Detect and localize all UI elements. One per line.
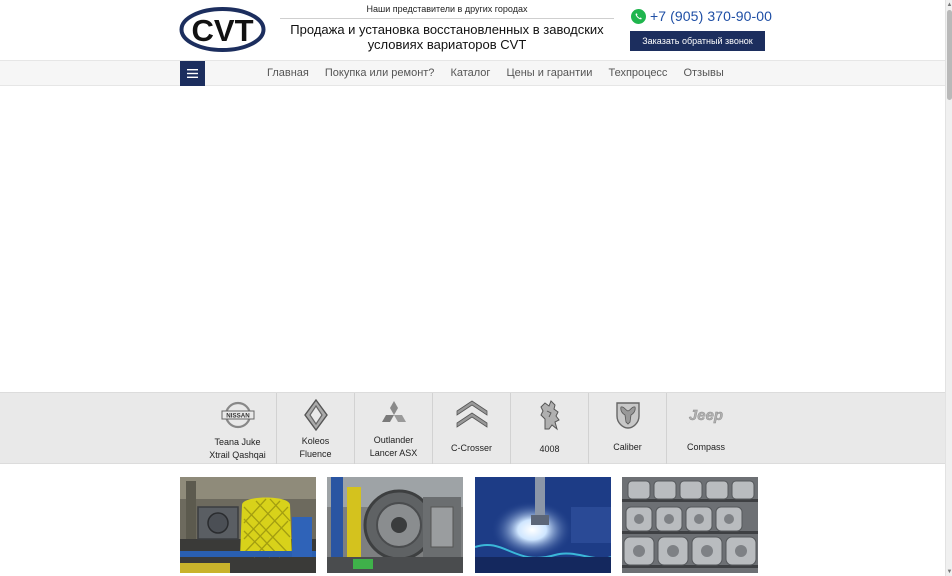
dodge-logo-icon (615, 402, 640, 429)
phone-handset-glyph (635, 12, 642, 19)
cvt-test-stand-photo (180, 477, 316, 573)
site-logo[interactable]: CVT (179, 7, 266, 52)
nav-item-process[interactable]: Техпроцесс (608, 67, 667, 79)
nav-item-catalog[interactable]: Каталог (450, 67, 490, 79)
nav-links: Главная Покупка или ремонт? Каталог Цены… (259, 61, 732, 85)
svg-text:NISSAN: NISSAN (226, 413, 250, 420)
svg-text:Jeep: Jeep (689, 407, 723, 424)
phone-block: +7 (905) 370-90-00 (631, 7, 772, 25)
peugeot-logo-icon (539, 400, 560, 431)
cvt-disassembly-photo (327, 477, 463, 573)
brand-nissan-models: Teana Juke Xtrail Qashqai (209, 437, 266, 460)
brand-citroen-models: C-Crosser (450, 443, 492, 453)
brands-strip: NISSAN Teana Juke Xtrail Qashqai Koleos … (0, 392, 945, 464)
nav-item-home[interactable]: Главная (267, 67, 309, 79)
welding-photo (475, 477, 611, 573)
card-stock-shelves[interactable] (622, 477, 758, 573)
card-welding[interactable] (475, 477, 611, 573)
brand-jeep-models: Compass (686, 442, 725, 452)
regions-link[interactable]: Наши представители в других городах (280, 4, 614, 19)
brand-renault[interactable]: Koleos Fluence (277, 393, 355, 464)
brand-renault-models: Koleos Fluence (299, 436, 332, 459)
mitsubishi-logo-icon (381, 401, 406, 422)
page: CVT Наши представители в других городах … (0, 0, 945, 576)
brand-nissan[interactable]: NISSAN Teana Juke Xtrail Qashqai (199, 393, 277, 464)
hero-area (0, 86, 945, 392)
brand-dodge[interactable]: Caliber (589, 393, 667, 464)
brand-jeep[interactable]: Jeep Compass (667, 393, 745, 464)
logo-text: CVT (192, 13, 254, 48)
service-cards (180, 477, 758, 576)
brand-peugeot-models: 4008 (539, 444, 560, 454)
renault-logo-icon (303, 399, 328, 431)
jeep-logo-icon: Jeep (689, 407, 724, 424)
nav-item-buy-or-repair[interactable]: Покупка или ремонт? (325, 67, 435, 79)
nav-item-reviews[interactable]: Отзывы (683, 67, 723, 79)
brand-dodge-models: Caliber (613, 442, 642, 452)
site-header: CVT Наши представители в других городах … (0, 0, 945, 60)
cvt-stock-shelves-photo (622, 477, 758, 573)
page-scrollbar[interactable]: ▲ ▼ (945, 0, 952, 576)
menu-bars-glyph (187, 69, 198, 78)
citroen-logo-icon (456, 400, 487, 428)
brand-peugeot[interactable]: 4008 (511, 393, 589, 464)
site-tagline: Продажа и установка восстановленных в за… (290, 22, 604, 52)
phone-number-link[interactable]: +7 (905) 370-90-00 (650, 8, 772, 24)
brand-mitsubishi[interactable]: Outlander Lancer ASX (355, 393, 433, 464)
cvt-logo-icon: CVT (179, 7, 266, 52)
nissan-logo-icon: NISSAN (221, 401, 254, 429)
callback-button[interactable]: Заказать обратный звонок (630, 31, 765, 51)
whatsapp-icon[interactable] (631, 8, 646, 24)
brand-citroen[interactable]: C-Crosser (433, 393, 511, 464)
nav-item-prices[interactable]: Цены и гарантии (506, 67, 592, 79)
card-disassembly[interactable] (327, 477, 463, 573)
scroll-up-arrow-icon[interactable]: ▲ (946, 2, 952, 8)
scroll-thumb[interactable] (947, 10, 952, 100)
scroll-down-arrow-icon[interactable]: ▼ (946, 569, 952, 575)
brand-mitsubishi-models: Outlander Lancer ASX (369, 435, 418, 458)
hamburger-menu-icon[interactable] (180, 61, 205, 86)
card-test-stand[interactable] (180, 477, 316, 573)
main-nav: Главная Покупка или ремонт? Каталог Цены… (0, 60, 945, 86)
